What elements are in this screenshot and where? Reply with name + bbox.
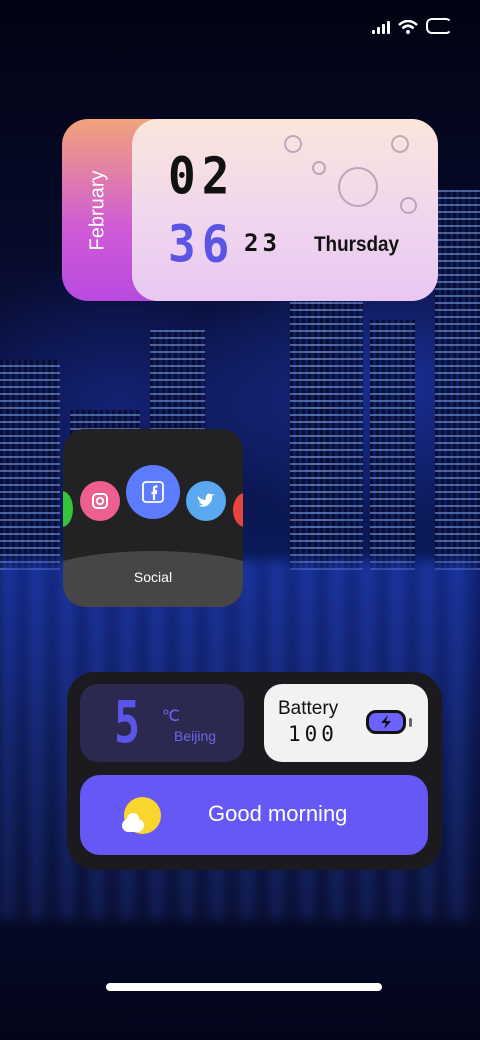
status-bar bbox=[372, 18, 452, 34]
cloud-icon bbox=[122, 813, 144, 832]
second-text: 23 bbox=[244, 229, 281, 257]
minute-text: 36 bbox=[168, 214, 236, 274]
date-time-widget[interactable]: February 02 36 23 Thursday bbox=[62, 119, 438, 301]
signal-icon bbox=[372, 20, 390, 34]
battery-value: 100 bbox=[288, 722, 338, 746]
date-panel: 02 36 23 Thursday bbox=[132, 119, 438, 301]
battery-status-icon bbox=[426, 18, 452, 34]
red-app-icon[interactable] bbox=[233, 493, 243, 527]
facebook-icon[interactable] bbox=[126, 465, 180, 519]
weekday-text: Thursday bbox=[314, 233, 400, 256]
battery-label: Battery bbox=[278, 698, 339, 719]
city-label: Beijing bbox=[174, 728, 217, 744]
month-label: February bbox=[86, 169, 109, 251]
decorative-bubble bbox=[400, 197, 417, 214]
weather-widget[interactable]: 5 ℃ Beijing bbox=[80, 684, 244, 762]
temperature-value: 5 bbox=[114, 688, 141, 756]
instagram-icon[interactable] bbox=[80, 481, 120, 521]
battery-widget[interactable]: Battery 100 bbox=[264, 684, 428, 762]
greeting-text: Good morning bbox=[208, 801, 348, 826]
hour-text: 02 bbox=[168, 146, 236, 206]
wifi-icon bbox=[398, 20, 418, 34]
decorative-bubble bbox=[284, 135, 302, 153]
social-widget[interactable]: Social bbox=[63, 429, 243, 607]
decorative-bubble bbox=[338, 167, 378, 207]
greeting-widget[interactable]: Good morning bbox=[80, 775, 428, 855]
home-indicator[interactable] bbox=[106, 983, 382, 991]
info-widget-panel[interactable]: 5 ℃ Beijing Battery 100 Good morning bbox=[67, 672, 442, 870]
twitter-icon[interactable] bbox=[186, 481, 226, 521]
decorative-bubble bbox=[391, 135, 409, 153]
social-label: Social bbox=[133, 569, 173, 585]
battery-charging-icon bbox=[366, 710, 412, 734]
temperature-unit: ℃ bbox=[162, 708, 180, 725]
decorative-bubble bbox=[312, 161, 326, 175]
green-app-icon[interactable] bbox=[63, 491, 73, 527]
